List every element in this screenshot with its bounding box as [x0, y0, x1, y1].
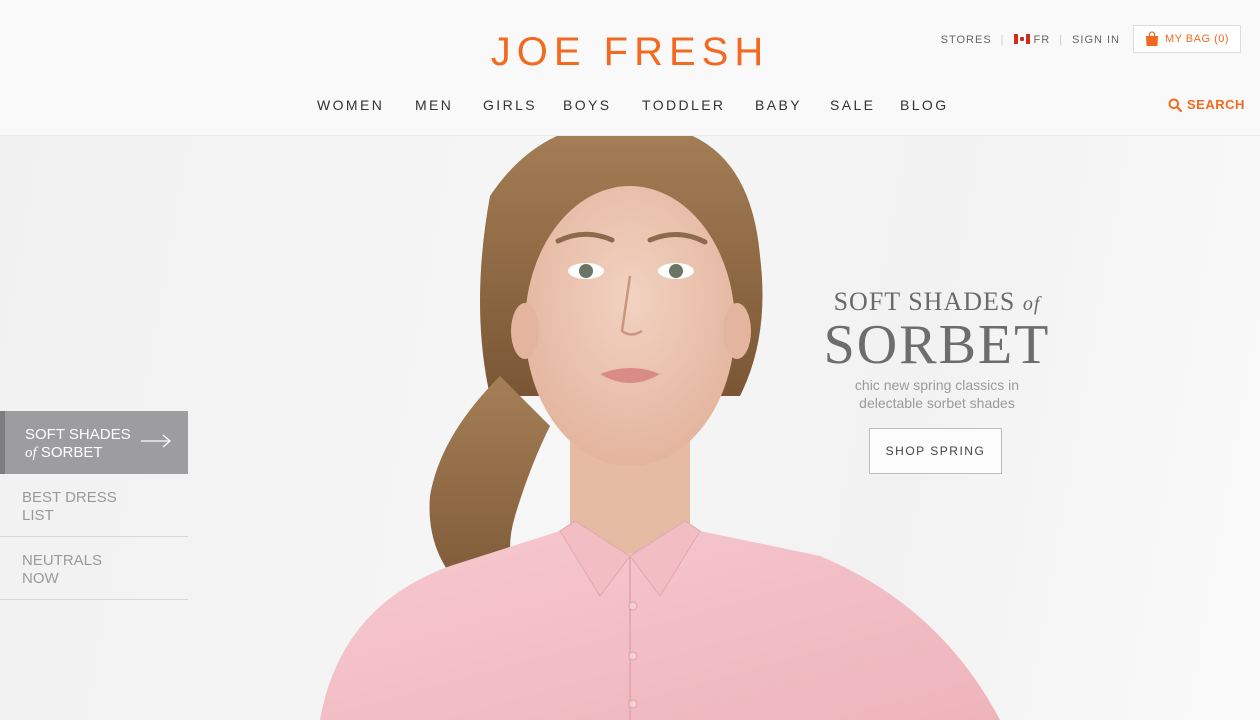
- hero-banner: SOFT SHADES of SORBET chic new spring cl…: [0, 136, 1260, 720]
- promo-line1: BEST DRESS: [22, 489, 117, 506]
- stores-link[interactable]: STORES: [941, 34, 992, 46]
- promo-list: SOFT SHADES of SORBET BEST DRESS LIST NE…: [0, 411, 188, 600]
- nav-item-boys[interactable]: BOYS: [563, 97, 612, 113]
- hero-title-line2: SORBET: [823, 314, 1051, 376]
- main-nav: WOMEN MEN GIRLS BOYS TODDLER BABY SALE B…: [0, 97, 1260, 115]
- hero-headline: SOFT SHADES of SORBET chic new spring cl…: [806, 288, 1068, 412]
- promo-item-soft-shades[interactable]: SOFT SHADES of SORBET: [0, 411, 188, 474]
- language-toggle[interactable]: FR: [1013, 34, 1051, 46]
- nav-item-men[interactable]: MEN: [415, 97, 453, 113]
- promo-item-neutrals[interactable]: NEUTRALS NOW: [0, 537, 188, 600]
- promo-line2: NOW: [22, 570, 59, 587]
- shop-spring-button[interactable]: SHOP SPRING: [869, 428, 1002, 474]
- divider: |: [1000, 34, 1005, 46]
- nav-item-baby[interactable]: BABY: [755, 97, 802, 113]
- nav-item-women[interactable]: WOMEN: [317, 97, 384, 113]
- my-bag-button[interactable]: MY BAG (0): [1133, 25, 1241, 53]
- sign-in-link[interactable]: SIGN IN: [1072, 34, 1120, 46]
- arrow-right-icon: [141, 434, 171, 448]
- utility-links: STORES | FR | SIGN IN: [941, 34, 1120, 46]
- promo-line2: LIST: [22, 507, 54, 524]
- search-button[interactable]: SEARCH: [1168, 97, 1245, 112]
- site-header: JOE FRESH STORES | FR | SIGN IN MY BAG (…: [0, 0, 1260, 136]
- shopping-bag-icon: [1145, 31, 1158, 46]
- nav-item-sale[interactable]: SALE: [830, 97, 875, 113]
- divider: |: [1059, 34, 1064, 46]
- canada-flag-icon: [1013, 34, 1030, 44]
- hero-subtitle: chic new spring classics in delectable s…: [854, 377, 1020, 411]
- language-label: FR: [1033, 34, 1051, 46]
- nav-item-blog[interactable]: BLOG: [900, 97, 949, 113]
- search-icon: [1168, 98, 1182, 112]
- promo-item-best-dress[interactable]: BEST DRESS LIST: [0, 474, 188, 537]
- my-bag-label: MY BAG (0): [1164, 33, 1230, 45]
- search-label: SEARCH: [1187, 97, 1245, 112]
- nav-item-girls[interactable]: GIRLS: [483, 97, 537, 113]
- nav-item-toddler[interactable]: TODDLER: [642, 97, 725, 113]
- promo-line1: NEUTRALS: [22, 552, 103, 569]
